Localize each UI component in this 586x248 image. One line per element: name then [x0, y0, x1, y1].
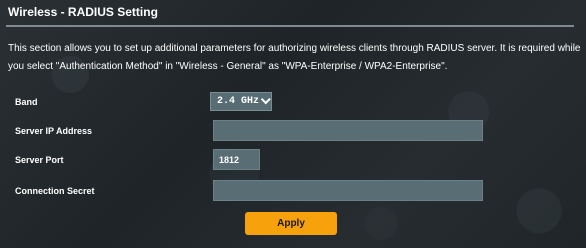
band-select-value: 2.4 GHz [217, 96, 260, 107]
title-divider [6, 25, 574, 27]
band-label: Band [15, 97, 38, 107]
chevron-down-icon [260, 94, 271, 105]
apply-button[interactable]: Apply [245, 212, 337, 235]
connection-secret-label: Connection Secret [15, 186, 95, 196]
server-ip-input[interactable] [213, 120, 483, 141]
section-description: This section allows you to set up additi… [8, 43, 581, 72]
server-ip-label: Server IP Address [15, 126, 93, 136]
page-title: Wireless - RADIUS Setting [8, 5, 158, 19]
band-select[interactable]: 2.4 GHz [210, 92, 272, 111]
connection-secret-input[interactable] [213, 180, 483, 201]
server-port-label: Server Port [15, 155, 64, 165]
server-port-input[interactable] [213, 149, 260, 170]
